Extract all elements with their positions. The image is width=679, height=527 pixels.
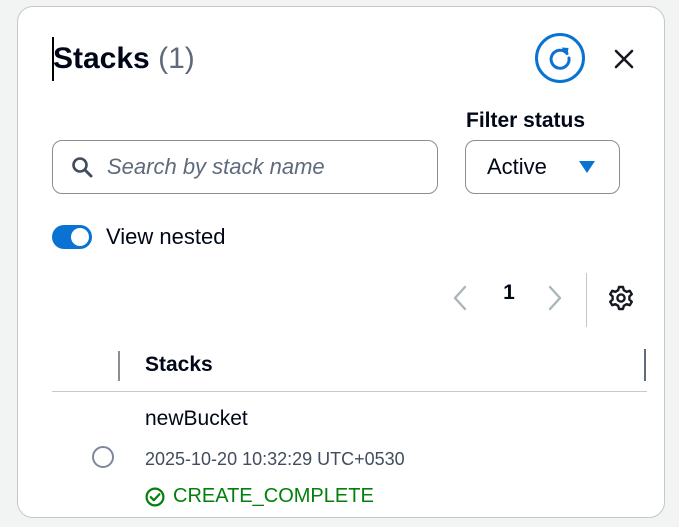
filter-status-value: Active [487,154,547,179]
stacks-panel: Stacks (1) Filter status Search by stack… [17,6,665,518]
toggle-knob [71,228,89,246]
stack-timestamp: 2025-10-20 10:32:29 UTC+0530 [145,449,405,469]
pagination-divider [586,273,587,327]
column-header-stacks[interactable]: Stacks [145,353,213,377]
previous-page-button[interactable] [453,285,467,316]
gear-icon [609,285,633,311]
refresh-icon [549,47,571,70]
search-placeholder: Search by stack name [107,154,325,179]
view-nested-toggle[interactable] [52,225,92,249]
column-resize-handle[interactable] [644,349,646,381]
preferences-button[interactable] [608,285,634,316]
check-circle-icon [145,487,165,506]
filter-status-label: Filter status [466,109,586,132]
chevron-left-icon [453,285,467,311]
view-nested-label: View nested [106,224,226,249]
column-divider [118,351,120,381]
search-icon [72,157,93,178]
table-header-divider [52,391,647,392]
chevron-right-icon [548,285,562,311]
current-page-number[interactable]: 1 [500,281,518,305]
close-icon [614,49,634,69]
close-button[interactable] [608,43,640,75]
stack-count: (1) [158,42,195,75]
caret-down-icon [579,161,595,173]
stack-name[interactable]: newBucket [145,407,248,431]
row-select-radio[interactable] [92,446,114,468]
status-text: CREATE_COMPLETE [173,485,374,507]
search-input[interactable]: Search by stack name [52,140,438,194]
title-text: Stacks [53,42,150,75]
refresh-button[interactable] [535,33,585,83]
status-badge: CREATE_COMPLETE [145,485,374,508]
filter-status-select[interactable]: Active [465,140,620,194]
page-title: Stacks (1) [53,40,195,78]
view-nested-toggle-group: View nested [52,224,225,250]
next-page-button[interactable] [548,285,562,316]
